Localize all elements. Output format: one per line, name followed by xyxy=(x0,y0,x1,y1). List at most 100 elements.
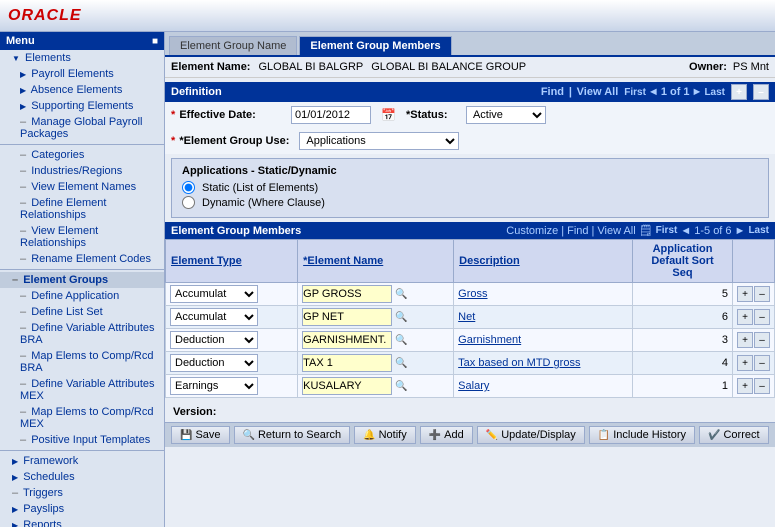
sidebar-item-map-elems-mex[interactable]: – Map Elems to Comp/Rcd MEX xyxy=(0,404,164,432)
search-icon-1[interactable]: 🔍 xyxy=(395,289,407,300)
sidebar-item-payslips[interactable]: Payslips xyxy=(0,501,164,517)
add-row-3[interactable]: + xyxy=(737,332,753,348)
search-icon-3[interactable]: 🔍 xyxy=(395,335,407,346)
definition-header: Definition Find | View All First ◄ 1 of … xyxy=(165,82,775,102)
sidebar-item-view-element-names[interactable]: – View Element Names xyxy=(0,179,164,195)
element-type-select-1[interactable]: Accumulat Deduction Earnings xyxy=(170,285,258,303)
element-type-sort-link[interactable]: Element Type xyxy=(171,255,242,267)
save-button[interactable]: 💾 Save xyxy=(171,426,230,444)
pagination-last[interactable]: Last xyxy=(704,87,725,98)
static-radio[interactable] xyxy=(182,181,195,194)
table-row: Accumulat Deduction Earnings 🔍 Salary xyxy=(166,375,775,398)
table-customize-link[interactable]: Customize xyxy=(506,225,558,237)
table-pagination-first[interactable]: First xyxy=(656,225,678,236)
tab-element-group-members[interactable]: Element Group Members xyxy=(299,36,451,55)
return-to-search-button[interactable]: 🔍 Return to Search xyxy=(234,426,351,444)
sidebar-item-rename-element-codes[interactable]: – Rename Element Codes xyxy=(0,251,164,267)
description-link-4[interactable]: Tax based on MTD gross xyxy=(458,357,580,369)
table-export-icon[interactable]: 🗒 xyxy=(639,224,653,237)
tab-element-group-name[interactable]: Element Group Name xyxy=(169,36,297,55)
table-title: Element Group Members xyxy=(171,225,301,237)
search-icon-4[interactable]: 🔍 xyxy=(395,358,407,369)
add-row-4[interactable]: + xyxy=(737,355,753,371)
sidebar-item-industries-regions[interactable]: – Industries/Regions xyxy=(0,163,164,179)
description-link-5[interactable]: Salary xyxy=(458,380,489,392)
add-row-2[interactable]: + xyxy=(737,309,753,325)
sidebar-item-define-variable-bra[interactable]: – Define Variable Attributes BRA xyxy=(0,320,164,348)
sidebar-item-categories[interactable]: – Categories xyxy=(0,147,164,163)
table-nav-next[interactable]: ► xyxy=(735,225,746,237)
element-name-sort-link[interactable]: *Element Name xyxy=(303,255,383,267)
status-select[interactable]: Active Inactive xyxy=(466,106,546,124)
dynamic-radio[interactable] xyxy=(182,196,195,209)
update-display-button[interactable]: ✏️ Update/Display xyxy=(477,426,585,444)
remove-row-4[interactable]: – xyxy=(754,355,770,371)
nav-next-icon[interactable]: ► xyxy=(692,86,703,98)
description-link-2[interactable]: Net xyxy=(458,311,475,323)
element-name-input-5[interactable] xyxy=(302,377,392,395)
description-link-3[interactable]: Garnishment xyxy=(458,334,521,346)
remove-row-2[interactable]: – xyxy=(754,309,770,325)
remove-row-1[interactable]: – xyxy=(754,286,770,302)
nav-prev-icon[interactable]: ◄ xyxy=(648,86,659,98)
element-name-bar: Element Name: GLOBAL BI BALGRP GLOBAL BI… xyxy=(165,57,775,78)
sidebar-item-define-application[interactable]: – Define Application xyxy=(0,288,164,304)
pagination-first[interactable]: First xyxy=(624,87,646,98)
sidebar-item-define-element-relationships[interactable]: – Define Element Relationships xyxy=(0,195,164,223)
element-name-input-1[interactable] xyxy=(302,285,392,303)
sidebar-item-elements[interactable]: Elements xyxy=(0,50,164,66)
sidebar-item-view-element-relationships[interactable]: – View Element Relationships xyxy=(0,223,164,251)
sidebar-item-define-variable-mex[interactable]: – Define Variable Attributes MEX xyxy=(0,376,164,404)
description-sort-link[interactable]: Description xyxy=(459,255,520,267)
table-find-link[interactable]: Find xyxy=(567,225,588,237)
calendar-icon[interactable]: 📅 xyxy=(381,108,396,122)
effective-date-input[interactable] xyxy=(291,106,371,124)
col-element-type[interactable]: Element Type xyxy=(166,240,298,283)
sidebar-item-element-groups[interactable]: – Element Groups xyxy=(0,272,164,288)
description-link-1[interactable]: Gross xyxy=(458,288,487,300)
sidebar-item-triggers[interactable]: – Triggers xyxy=(0,485,164,501)
sidebar-item-framework[interactable]: Framework xyxy=(0,453,164,469)
definition-view-all-link[interactable]: View All xyxy=(577,86,619,98)
remove-row-5[interactable]: – xyxy=(754,378,770,394)
element-name-input-2[interactable] xyxy=(302,308,392,326)
notify-button[interactable]: 🔔 Notify xyxy=(354,426,416,444)
payroll-elements-label: Payroll Elements xyxy=(31,68,114,80)
definition-find-link[interactable]: Find xyxy=(541,86,564,98)
sidebar-item-absence-elements[interactable]: Absence Elements xyxy=(0,82,164,98)
table-pagination-last[interactable]: Last xyxy=(748,225,769,236)
element-type-select-3[interactable]: Accumulat Deduction Earnings xyxy=(170,331,258,349)
positive-input-label: Positive Input Templates xyxy=(31,434,150,446)
sidebar-item-map-elems-bra[interactable]: – Map Elems to Comp/Rcd BRA xyxy=(0,348,164,376)
version-label: Version: xyxy=(173,406,216,418)
sidebar-item-payroll-elements[interactable]: Payroll Elements xyxy=(0,66,164,82)
col-element-name[interactable]: *Element Name xyxy=(298,240,454,283)
element-type-select-5[interactable]: Accumulat Deduction Earnings xyxy=(170,377,258,395)
sidebar-close-icon[interactable]: ■ xyxy=(152,36,158,47)
element-type-select-4[interactable]: Accumulat Deduction Earnings xyxy=(170,354,258,372)
add-row-btn[interactable]: + xyxy=(731,84,747,100)
element-type-select-2[interactable]: Accumulat Deduction Earnings xyxy=(170,308,258,326)
remove-row-btn[interactable]: – xyxy=(753,84,769,100)
element-group-use-select[interactable]: Applications Payroll xyxy=(299,132,459,150)
sidebar-item-positive-input[interactable]: – Positive Input Templates xyxy=(0,432,164,448)
table-view-all-link[interactable]: View All xyxy=(597,225,635,237)
define-list-set-label: Define List Set xyxy=(31,306,103,318)
element-name-input-4[interactable] xyxy=(302,354,392,372)
sidebar-item-define-list-set[interactable]: – Define List Set xyxy=(0,304,164,320)
add-button[interactable]: ➕ Add xyxy=(420,426,473,444)
sidebar-item-manage-global[interactable]: – Manage Global Payroll Packages xyxy=(0,114,164,142)
correct-button[interactable]: ✔️ Correct xyxy=(699,426,769,444)
search-icon-2[interactable]: 🔍 xyxy=(395,312,407,323)
add-row-1[interactable]: + xyxy=(737,286,753,302)
include-history-button[interactable]: 📋 Include History xyxy=(589,426,695,444)
table-nav-prev[interactable]: ◄ xyxy=(680,225,691,237)
sidebar-item-supporting-elements[interactable]: Supporting Elements xyxy=(0,98,164,114)
element-name-input-3[interactable] xyxy=(302,331,392,349)
search-icon-5[interactable]: 🔍 xyxy=(395,381,407,392)
sidebar-item-schedules[interactable]: Schedules xyxy=(0,469,164,485)
add-row-5[interactable]: + xyxy=(737,378,753,394)
sidebar-item-reports[interactable]: Reports xyxy=(0,517,164,527)
col-description[interactable]: Description xyxy=(454,240,633,283)
remove-row-3[interactable]: – xyxy=(754,332,770,348)
